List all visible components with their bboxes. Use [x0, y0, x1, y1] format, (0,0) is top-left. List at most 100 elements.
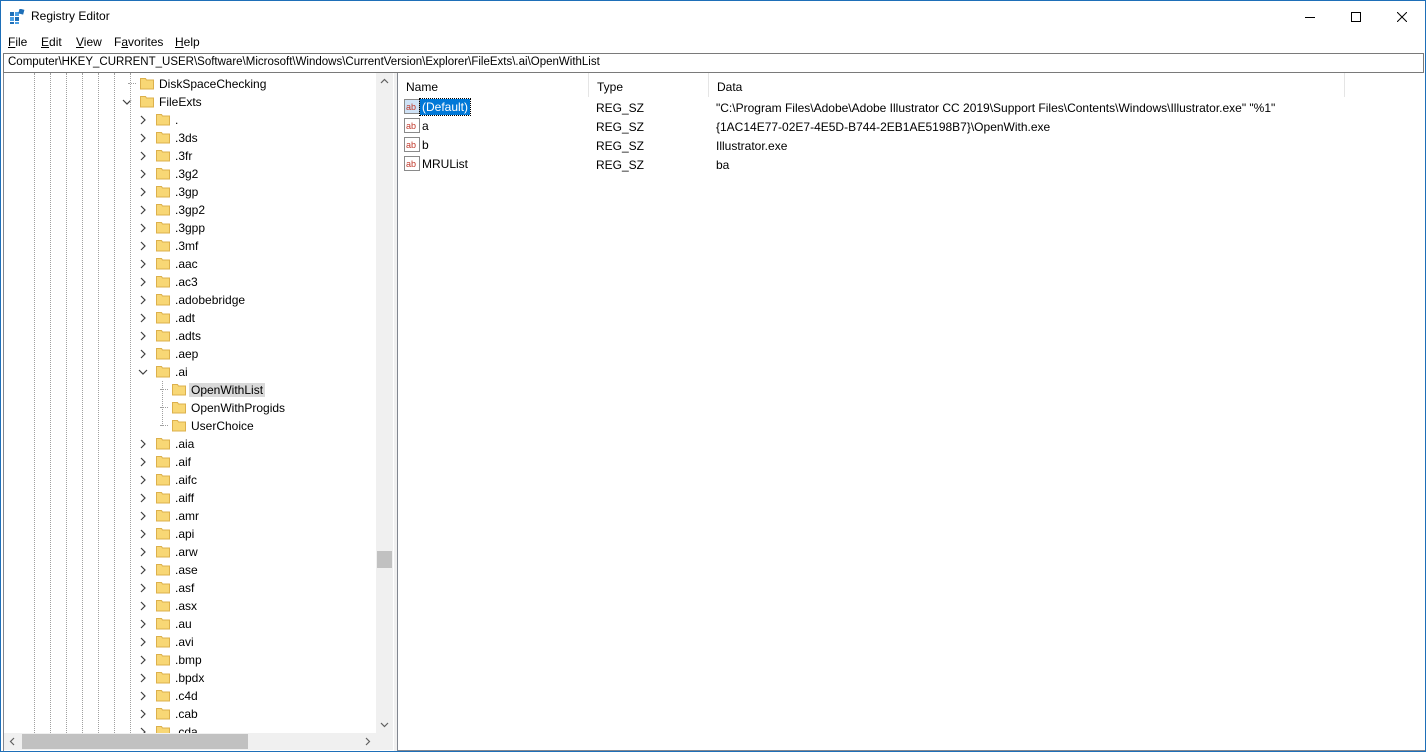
tree-node-ext[interactable]: .aif	[4, 453, 376, 471]
chevron-right-icon[interactable]	[138, 186, 148, 197]
value-row[interactable]: ab (Default) REG_SZ "C:\Program Files\Adobe…	[398, 98, 1425, 117]
value-row[interactable]: ab b REG_SZ Illustrator.exe	[398, 136, 1425, 155]
chevron-right-icon[interactable]	[138, 708, 148, 719]
chevron-right-icon[interactable]	[138, 312, 148, 323]
tree-node-ext[interactable]: .avi	[4, 633, 376, 651]
tree-node-ext[interactable]: .3gp2	[4, 201, 376, 219]
chevron-right-icon[interactable]	[138, 132, 148, 143]
menu-favorites[interactable]: Favorites	[114, 35, 163, 49]
chevron-right-icon[interactable]	[138, 528, 148, 539]
tree-node-openwithprogids[interactable]: OpenWithProgids	[4, 399, 376, 417]
chevron-right-icon[interactable]	[138, 114, 148, 125]
chevron-right-icon[interactable]	[138, 474, 148, 485]
chevron-right-icon[interactable]	[138, 222, 148, 233]
column-header-data[interactable]: Data	[709, 73, 1345, 97]
chevron-right-icon[interactable]	[138, 456, 148, 467]
tree-node-ext-ai[interactable]: .ai	[4, 363, 376, 381]
chevron-right-icon[interactable]	[138, 240, 148, 251]
chevron-right-icon[interactable]	[138, 438, 148, 449]
chevron-right-icon[interactable]	[138, 726, 148, 733]
tree-vertical-scrollbar[interactable]	[376, 73, 393, 733]
tree-node-ext[interactable]: .au	[4, 615, 376, 633]
tree-node-ext[interactable]: .	[4, 111, 376, 129]
scroll-up-arrow-icon[interactable]	[376, 73, 393, 90]
tree-node-ext[interactable]: .aep	[4, 345, 376, 363]
chevron-right-icon[interactable]	[138, 330, 148, 341]
menu-edit[interactable]: Edit	[41, 35, 62, 49]
chevron-right-icon[interactable]	[138, 618, 148, 629]
tree-node-ext[interactable]: .cda	[4, 723, 376, 733]
value-row[interactable]: ab MRUList REG_SZ ba	[398, 155, 1425, 174]
chevron-right-icon[interactable]	[138, 600, 148, 611]
chevron-right-icon[interactable]	[138, 348, 148, 359]
chevron-right-icon[interactable]	[138, 672, 148, 683]
chevron-right-icon[interactable]	[138, 582, 148, 593]
scroll-thumb[interactable]	[22, 734, 248, 749]
tree-node-diskspacechecking[interactable]: DiskSpaceChecking	[4, 75, 376, 93]
tree-node-ext[interactable]: .adobebridge	[4, 291, 376, 309]
chevron-right-icon[interactable]	[138, 636, 148, 647]
values-pane[interactable]: Name Type Data ab (Default) REG_SZ "C:\Prog…	[397, 73, 1425, 751]
chevron-right-icon[interactable]	[138, 654, 148, 665]
chevron-down-icon[interactable]	[138, 366, 148, 376]
chevron-right-icon[interactable]	[138, 150, 148, 161]
scroll-thumb[interactable]	[377, 551, 392, 568]
tree-node-ext[interactable]: .3gp	[4, 183, 376, 201]
tree-node-ext[interactable]: .amr	[4, 507, 376, 525]
chevron-right-icon[interactable]	[138, 294, 148, 305]
tree-node-openwithlist[interactable]: OpenWithList	[4, 381, 376, 399]
scroll-right-arrow-icon[interactable]	[359, 733, 376, 750]
tree-node-fileexts[interactable]: FileExts	[4, 93, 376, 111]
tree-node-ext[interactable]: .aac	[4, 255, 376, 273]
menu-view[interactable]: View	[76, 35, 102, 49]
folder-icon	[156, 292, 170, 306]
tree-node-ext[interactable]: .c4d	[4, 687, 376, 705]
tree-node-ext[interactable]: .aifc	[4, 471, 376, 489]
chevron-right-icon[interactable]	[138, 546, 148, 557]
tree-node-ext[interactable]: .aia	[4, 435, 376, 453]
chevron-right-icon[interactable]	[138, 564, 148, 575]
menu-file[interactable]: File	[8, 35, 27, 49]
tree-node-ext[interactable]: .bpdx	[4, 669, 376, 687]
tree-node-ext[interactable]: .adts	[4, 327, 376, 345]
chevron-right-icon[interactable]	[138, 510, 148, 521]
chevron-right-icon[interactable]	[138, 168, 148, 179]
chevron-right-icon[interactable]	[138, 690, 148, 701]
address-path[interactable]: Computer\HKEY_CURRENT_USER\Software\Micr…	[8, 56, 600, 68]
tree-node-ext[interactable]: .adt	[4, 309, 376, 327]
column-header-type[interactable]: Type	[589, 73, 709, 97]
tree-node-ext[interactable]: .3mf	[4, 237, 376, 255]
tree-view[interactable]: DiskSpaceChecking FileExts. .3ds .3fr .3g2 .3…	[4, 73, 376, 733]
tree-node-ext[interactable]: .aiff	[4, 489, 376, 507]
title-bar[interactable]: Registry Editor	[1, 1, 1425, 32]
tree-node-ext[interactable]: .ase	[4, 561, 376, 579]
minimize-button[interactable]	[1287, 1, 1333, 32]
value-row[interactable]: ab a REG_SZ {1AC14E77-02E7-4E5D-B744-2EB1AE…	[398, 117, 1425, 136]
maximize-button[interactable]	[1333, 1, 1379, 32]
chevron-right-icon[interactable]	[138, 492, 148, 503]
tree-node-ext[interactable]: .3gpp	[4, 219, 376, 237]
tree-node-ext[interactable]: .ac3	[4, 273, 376, 291]
tree-horizontal-scrollbar[interactable]	[4, 733, 376, 750]
column-header-name[interactable]: Name	[398, 73, 589, 97]
chevron-right-icon[interactable]	[138, 276, 148, 287]
menu-help[interactable]: Help	[175, 35, 200, 49]
tree-node-userchoice[interactable]: UserChoice	[4, 417, 376, 435]
tree-node-ext[interactable]: .asf	[4, 579, 376, 597]
scroll-down-arrow-icon[interactable]	[376, 716, 393, 733]
tree-node-ext[interactable]: .3fr	[4, 147, 376, 165]
close-button[interactable]	[1379, 1, 1425, 32]
folder-icon	[156, 202, 170, 216]
tree-node-ext[interactable]: .arw	[4, 543, 376, 561]
tree-node-ext[interactable]: .asx	[4, 597, 376, 615]
tree-node-ext[interactable]: .cab	[4, 705, 376, 723]
tree-node-ext[interactable]: .3g2	[4, 165, 376, 183]
tree-node-ext[interactable]: .api	[4, 525, 376, 543]
key-tree-pane[interactable]: DiskSpaceChecking FileExts. .3ds .3fr .3g2 .3…	[3, 73, 395, 751]
tree-node-ext[interactable]: .3ds	[4, 129, 376, 147]
tree-node-ext[interactable]: .bmp	[4, 651, 376, 669]
chevron-right-icon[interactable]	[138, 258, 148, 269]
address-bar[interactable]: Computer\HKEY_CURRENT_USER\Software\Micr…	[3, 53, 1424, 73]
chevron-right-icon[interactable]	[138, 204, 148, 215]
scroll-left-arrow-icon[interactable]	[4, 733, 21, 750]
